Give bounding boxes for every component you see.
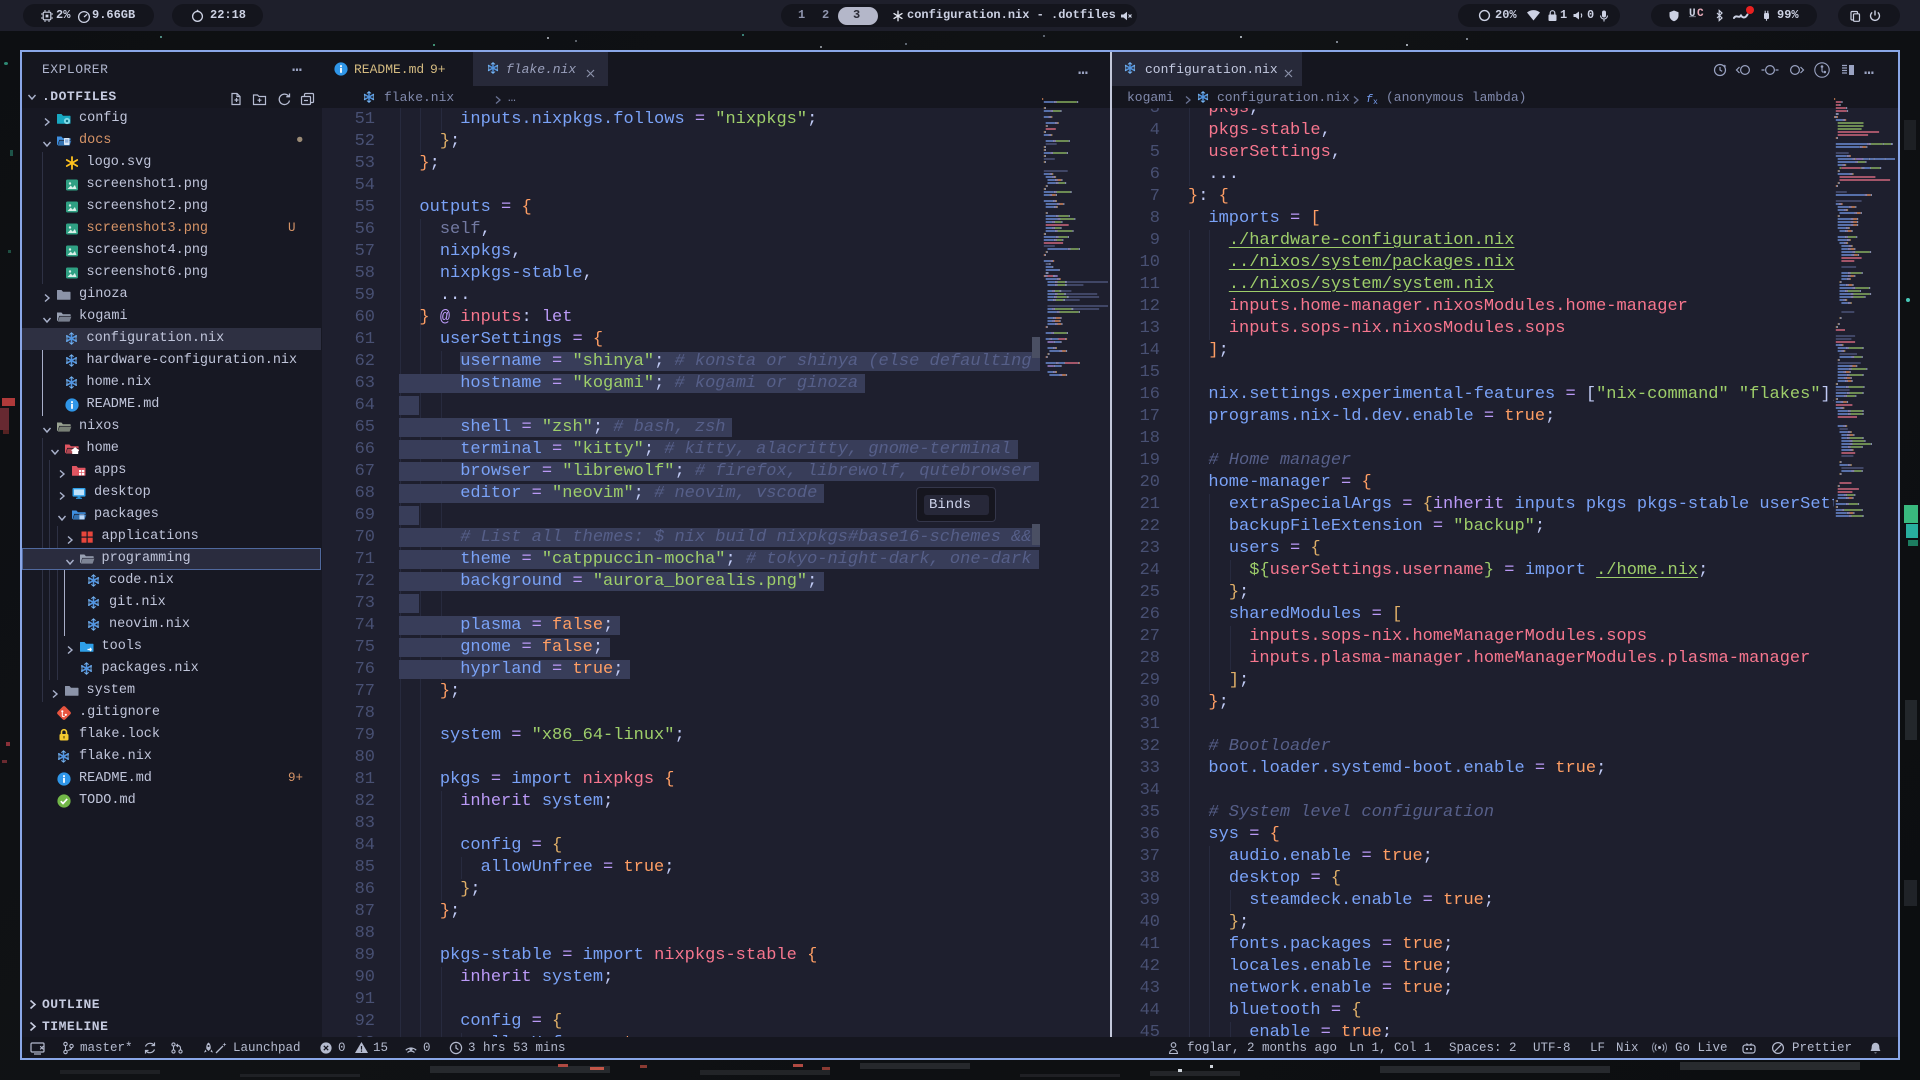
svg-text:f: f — [1366, 94, 1373, 104]
svg-text:x: x — [1373, 98, 1378, 104]
